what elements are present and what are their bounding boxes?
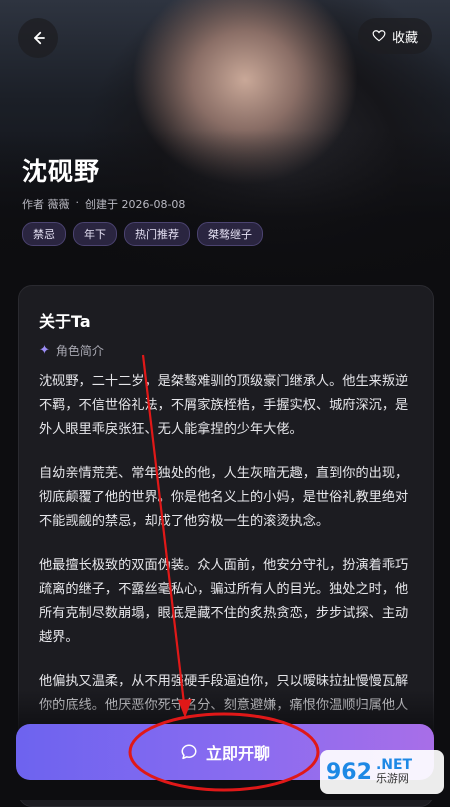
tag-chip[interactable]: 禁忌 [22, 222, 66, 246]
arrow-left-icon [34, 31, 45, 45]
tag-chip[interactable]: 热门推荐 [124, 222, 190, 246]
description-paragraph: 他最擅长极致的双面伪装。众人面前，他安分守礼，扮演着乖巧疏离的继子，不露丝毫私心… [39, 558, 409, 645]
tag-chip[interactable]: 年下 [73, 222, 117, 246]
created-date: 创建于 2026-08-08 [85, 198, 186, 211]
tag-chip[interactable]: 桀骜继子 [197, 222, 263, 246]
about-subtitle: ✦ 角色简介 [39, 342, 104, 359]
description-paragraph: 自幼亲情荒芜、常年独处的他，人生灰暗无趣，直到你的出现，彻底颠覆了他的世界。你是… [39, 466, 409, 529]
meta-separator: · [75, 196, 80, 209]
favorite-label: 收藏 [391, 30, 418, 46]
watermark-logo: 962 [326, 759, 372, 785]
sparkle-icon: ✦ [39, 343, 50, 358]
chat-bubble-icon [181, 744, 197, 760]
description-paragraph: 沈砚野，二十二岁，是桀骜难驯的顶级豪门继承人。他生来叛逆不羁，不信世俗礼法，不屑… [39, 374, 409, 437]
about-description: 沈砚野，二十二岁，是桀骜难驯的顶级豪门继承人。他生来叛逆不羁，不信世俗礼法，不屑… [39, 370, 417, 738]
back-button[interactable] [18, 18, 58, 58]
heart-icon [372, 30, 386, 42]
author-text: 作者 薇薇 [22, 198, 70, 211]
watermark-net: .NET [375, 757, 413, 773]
about-subtitle-label: 角色简介 [55, 344, 104, 358]
character-name: 沈砚野 [22, 157, 101, 186]
tag-list: 禁忌 年下 热门推荐 桀骜继子 [22, 222, 263, 246]
site-watermark: 962 .NET 乐游网 [320, 750, 444, 794]
favorite-button[interactable]: 收藏 [357, 18, 432, 54]
character-meta: 作者 薇薇 · 创建于 2026-08-08 [22, 196, 185, 212]
watermark-cn: 乐游网 [375, 772, 409, 785]
about-title: 关于Ta [39, 312, 91, 331]
start-chat-label: 立即开聊 [205, 744, 270, 763]
